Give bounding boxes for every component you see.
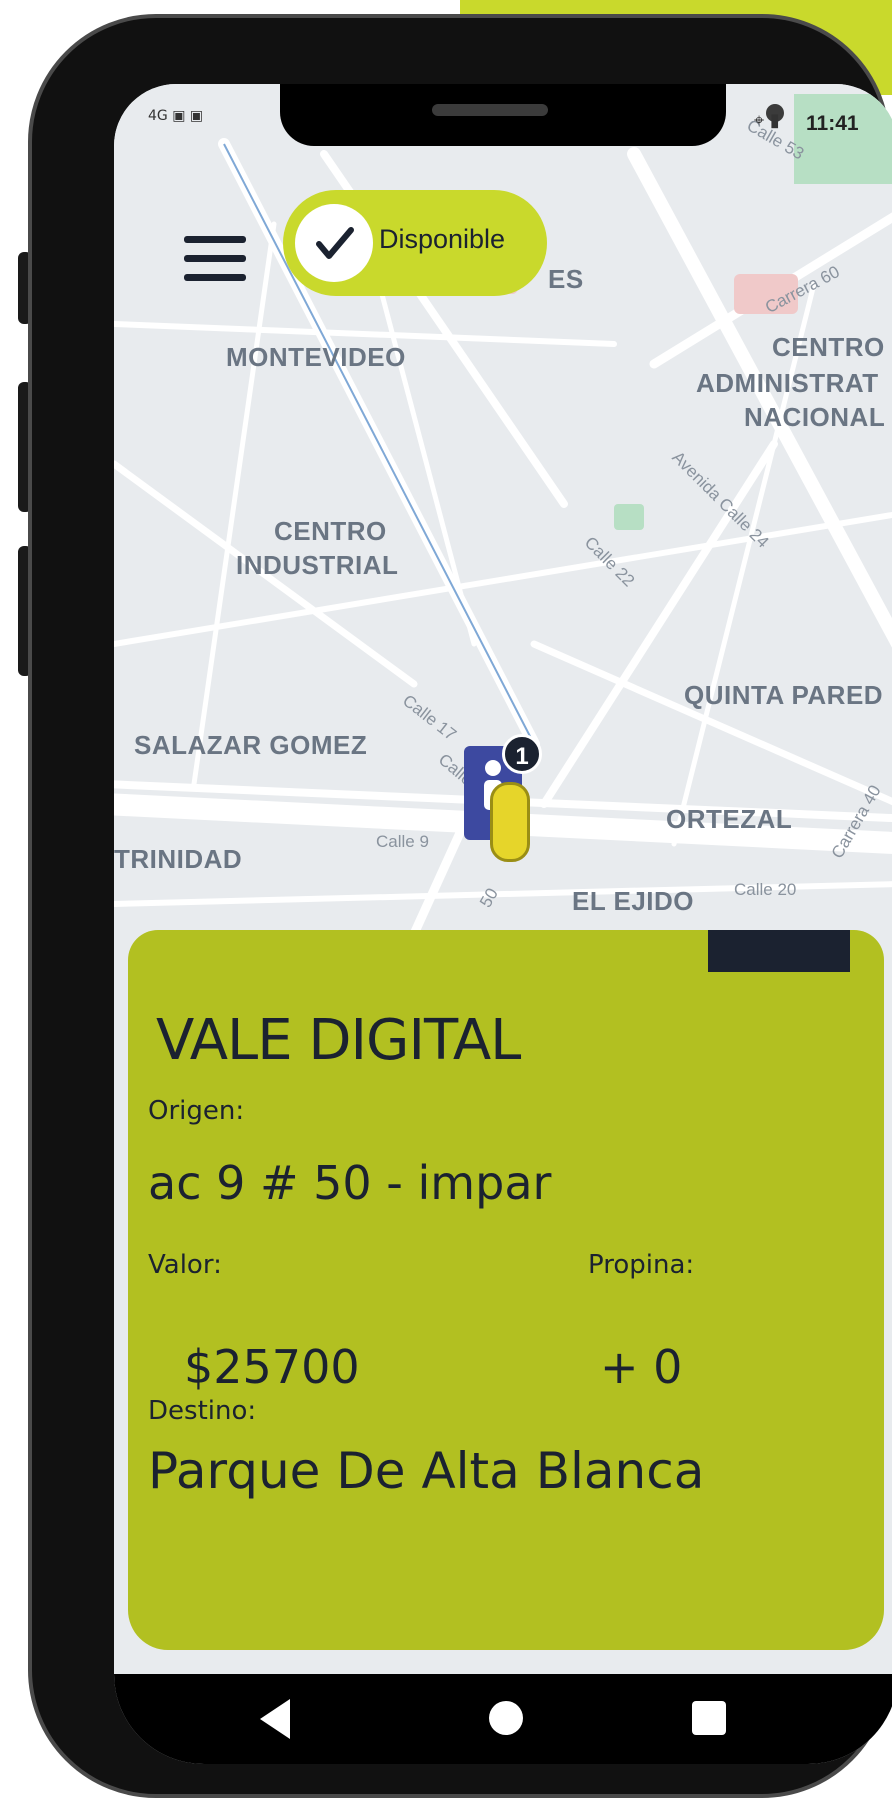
map-area-label: EL EJIDO <box>572 886 695 916</box>
status-bar-left: 4G ▣ ▣ <box>148 108 203 124</box>
availability-toggle[interactable]: Disponible <box>283 190 547 296</box>
card-tab-accent <box>708 930 850 972</box>
card-title: VALE DIGITAL <box>156 1008 521 1073</box>
map-area-label: CENTRO <box>274 516 387 546</box>
map-area-label: QUINTA PARED <box>684 680 884 710</box>
map-area-label: SALAZAR GOMEZ <box>134 730 368 760</box>
check-icon <box>295 204 373 282</box>
ride-request-card[interactable]: VALE DIGITAL Origen: ac 9 # 50 - impar V… <box>128 930 884 1650</box>
map-area-label: ADMINISTRAT <box>696 368 879 398</box>
value-label: Valor: <box>148 1250 222 1280</box>
origin-value: ac 9 # 50 - impar <box>148 1156 552 1210</box>
taxi-car-icon <box>490 782 530 862</box>
map-area-label: MONTEVIDEO <box>226 342 406 372</box>
destination-label: Destino: <box>148 1396 257 1426</box>
origin-label: Origen: <box>148 1096 245 1126</box>
map-area-label: NACIONAL <box>744 402 886 432</box>
map-area-label: ORTEZAL <box>666 804 793 834</box>
fare-value: $25700 <box>184 1340 360 1394</box>
speaker-grille <box>432 104 548 116</box>
phone-frame: MONTEVIDEO CENTRO ADMINISTRAT NACIONAL C… <box>28 14 892 1798</box>
battery-icon: ▮ <box>769 110 780 131</box>
pin-count-badge: 1 <box>502 734 542 774</box>
signal-icon: 4G <box>148 108 168 124</box>
camera-notch <box>280 84 784 146</box>
phone-screen: MONTEVIDEO CENTRO ADMINISTRAT NACIONAL C… <box>114 84 892 1764</box>
tip-label: Propina: <box>588 1250 695 1280</box>
map-area-label: INDUSTRIAL <box>236 550 399 580</box>
destination-value: Parque De Alta Blanca <box>148 1442 705 1500</box>
street-label: Calle 9 <box>376 832 429 851</box>
back-icon[interactable] <box>260 1699 290 1739</box>
status-time: 11:41 <box>806 112 859 135</box>
hamburger-menu-icon[interactable] <box>184 236 246 284</box>
home-icon[interactable] <box>489 1701 523 1735</box>
map-area-label: ES <box>548 264 584 294</box>
street-label: Calle 20 <box>734 880 797 899</box>
recents-icon[interactable] <box>692 1701 726 1735</box>
notification-icon: ▣ <box>189 108 204 124</box>
status-bar-right: ⌖ ▮ <box>754 110 780 131</box>
tip-value: + 0 <box>600 1340 683 1394</box>
map-area-label: TRINIDAD <box>114 844 243 874</box>
location-icon: ⌖ <box>754 110 765 131</box>
availability-label: Disponible <box>379 224 506 254</box>
map-area-label: CENTRO <box>772 332 885 362</box>
image-icon: ▣ <box>172 108 186 124</box>
